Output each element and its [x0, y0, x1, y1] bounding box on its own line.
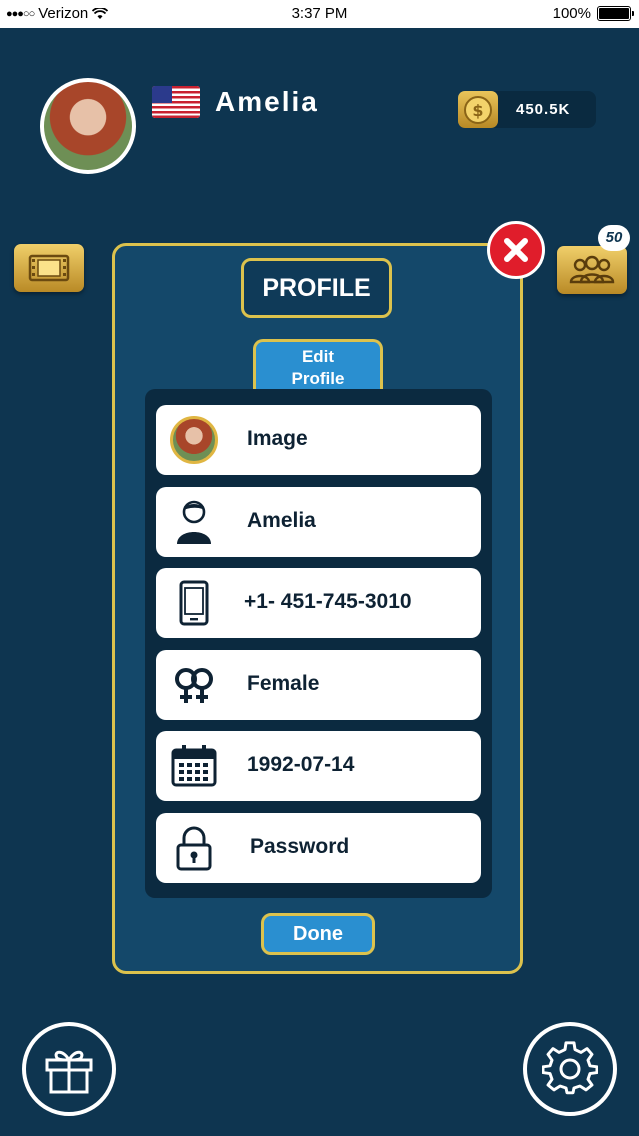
- avatar[interactable]: [40, 78, 136, 174]
- field-name-label: Amelia: [247, 509, 316, 532]
- field-image[interactable]: Image: [156, 405, 481, 475]
- done-button[interactable]: Done: [261, 913, 375, 955]
- coin-icon: $: [458, 91, 498, 128]
- coin-balance[interactable]: $ 450.5K: [458, 91, 596, 128]
- field-image-label: Image: [247, 427, 308, 450]
- field-name[interactable]: Amelia: [156, 487, 481, 557]
- film-icon: [28, 254, 70, 282]
- avatar-thumbnail: [169, 415, 219, 465]
- user-name: Amelia: [215, 86, 319, 117]
- field-password[interactable]: Password: [156, 813, 481, 883]
- field-phone[interactable]: +1- 451-745-3010: [156, 568, 481, 638]
- battery-percent: 100%: [552, 5, 591, 22]
- field-phone-label: +1- 451-745-3010: [244, 590, 412, 613]
- status-bar-right: 100%: [552, 5, 634, 22]
- tab-edit-profile[interactable]: Edit Profile: [253, 339, 383, 393]
- gear-icon: [542, 1041, 598, 1095]
- phone-icon: [169, 578, 219, 628]
- group-icon: [569, 255, 615, 284]
- friends-count-badge: 50: [598, 225, 630, 251]
- field-gender-label: Female: [247, 672, 320, 695]
- tab-edit-profile-line2: Profile: [291, 369, 345, 388]
- battery-icon: [597, 6, 634, 21]
- lock-icon: [169, 823, 219, 873]
- person-icon: [169, 497, 219, 547]
- field-birthdate[interactable]: 1992-07-14: [156, 731, 481, 801]
- svg-text:$: $: [472, 101, 483, 120]
- close-icon: [504, 238, 528, 262]
- field-gender[interactable]: Female: [156, 650, 481, 720]
- gift-button[interactable]: [22, 1022, 116, 1116]
- field-birthdate-label: 1992-07-14: [247, 753, 355, 776]
- video-reward-button[interactable]: [14, 244, 84, 292]
- settings-button[interactable]: [523, 1022, 617, 1116]
- panel-title: PROFILE: [241, 258, 392, 318]
- calendar-icon: [169, 741, 219, 791]
- tab-edit-profile-line1: Edit: [301, 347, 335, 366]
- gift-icon: [45, 1050, 93, 1094]
- us-flag-icon: [152, 86, 200, 118]
- gender-icon: [169, 660, 219, 710]
- field-password-label: Password: [250, 835, 350, 858]
- coin-value: 450.5K: [516, 101, 571, 118]
- friends-button[interactable]: [557, 246, 627, 294]
- clock: 3:37 PM: [291, 5, 348, 22]
- close-button[interactable]: [487, 221, 545, 279]
- status-bar: ●●●○○ Verizon 3:37 PM 100%: [0, 0, 639, 28]
